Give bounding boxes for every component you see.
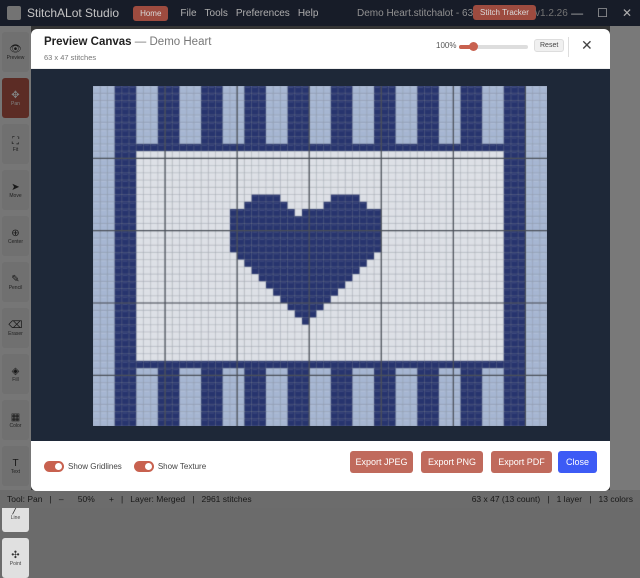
gridlines-toggle[interactable] bbox=[44, 460, 64, 472]
titlebar-overlay bbox=[0, 0, 640, 26]
reset-button[interactable]: Reset bbox=[534, 39, 565, 52]
zoom-slider[interactable] bbox=[459, 42, 528, 51]
pattern-preview[interactable] bbox=[93, 86, 547, 426]
export-png-button[interactable]: Export PNG bbox=[421, 451, 483, 473]
gridlines-label: Show Gridlines bbox=[68, 461, 122, 471]
texture-label: Show Texture bbox=[157, 461, 207, 471]
export-jpeg-button[interactable]: Export JPEG bbox=[350, 451, 413, 473]
texture-toggle[interactable] bbox=[133, 460, 154, 472]
dialog-footer: Show Gridlines Show Texture Export JPEG … bbox=[31, 441, 610, 491]
dialog-title: Preview Canvas — Demo Heart bbox=[44, 36, 211, 48]
preview-canvas-dialog: Preview Canvas — Demo Heart 63 x 47 stit… bbox=[31, 29, 610, 491]
zoom-label: 100% bbox=[436, 41, 457, 50]
stitch-count: 63 x 47 stitches bbox=[44, 53, 97, 62]
point-icon: ✣ bbox=[11, 549, 20, 561]
tool-point[interactable]: ✣ Point bbox=[2, 538, 29, 578]
dialog-subtitle: — Demo Heart bbox=[134, 36, 212, 48]
export-pdf-button[interactable]: Export PDF bbox=[491, 451, 552, 473]
tool-label: Line bbox=[10, 514, 21, 521]
preview-canvas-area[interactable] bbox=[31, 69, 610, 441]
dialog-title-text: Preview Canvas bbox=[44, 36, 132, 48]
dialog-header: Preview Canvas — Demo Heart 63 x 47 stit… bbox=[31, 29, 610, 69]
close-icon[interactable]: ✕ bbox=[581, 37, 593, 54]
divider bbox=[568, 37, 569, 57]
tool-label: Point bbox=[9, 560, 22, 567]
close-button[interactable]: Close bbox=[558, 451, 597, 473]
zoom-slider-handle[interactable] bbox=[469, 42, 478, 51]
